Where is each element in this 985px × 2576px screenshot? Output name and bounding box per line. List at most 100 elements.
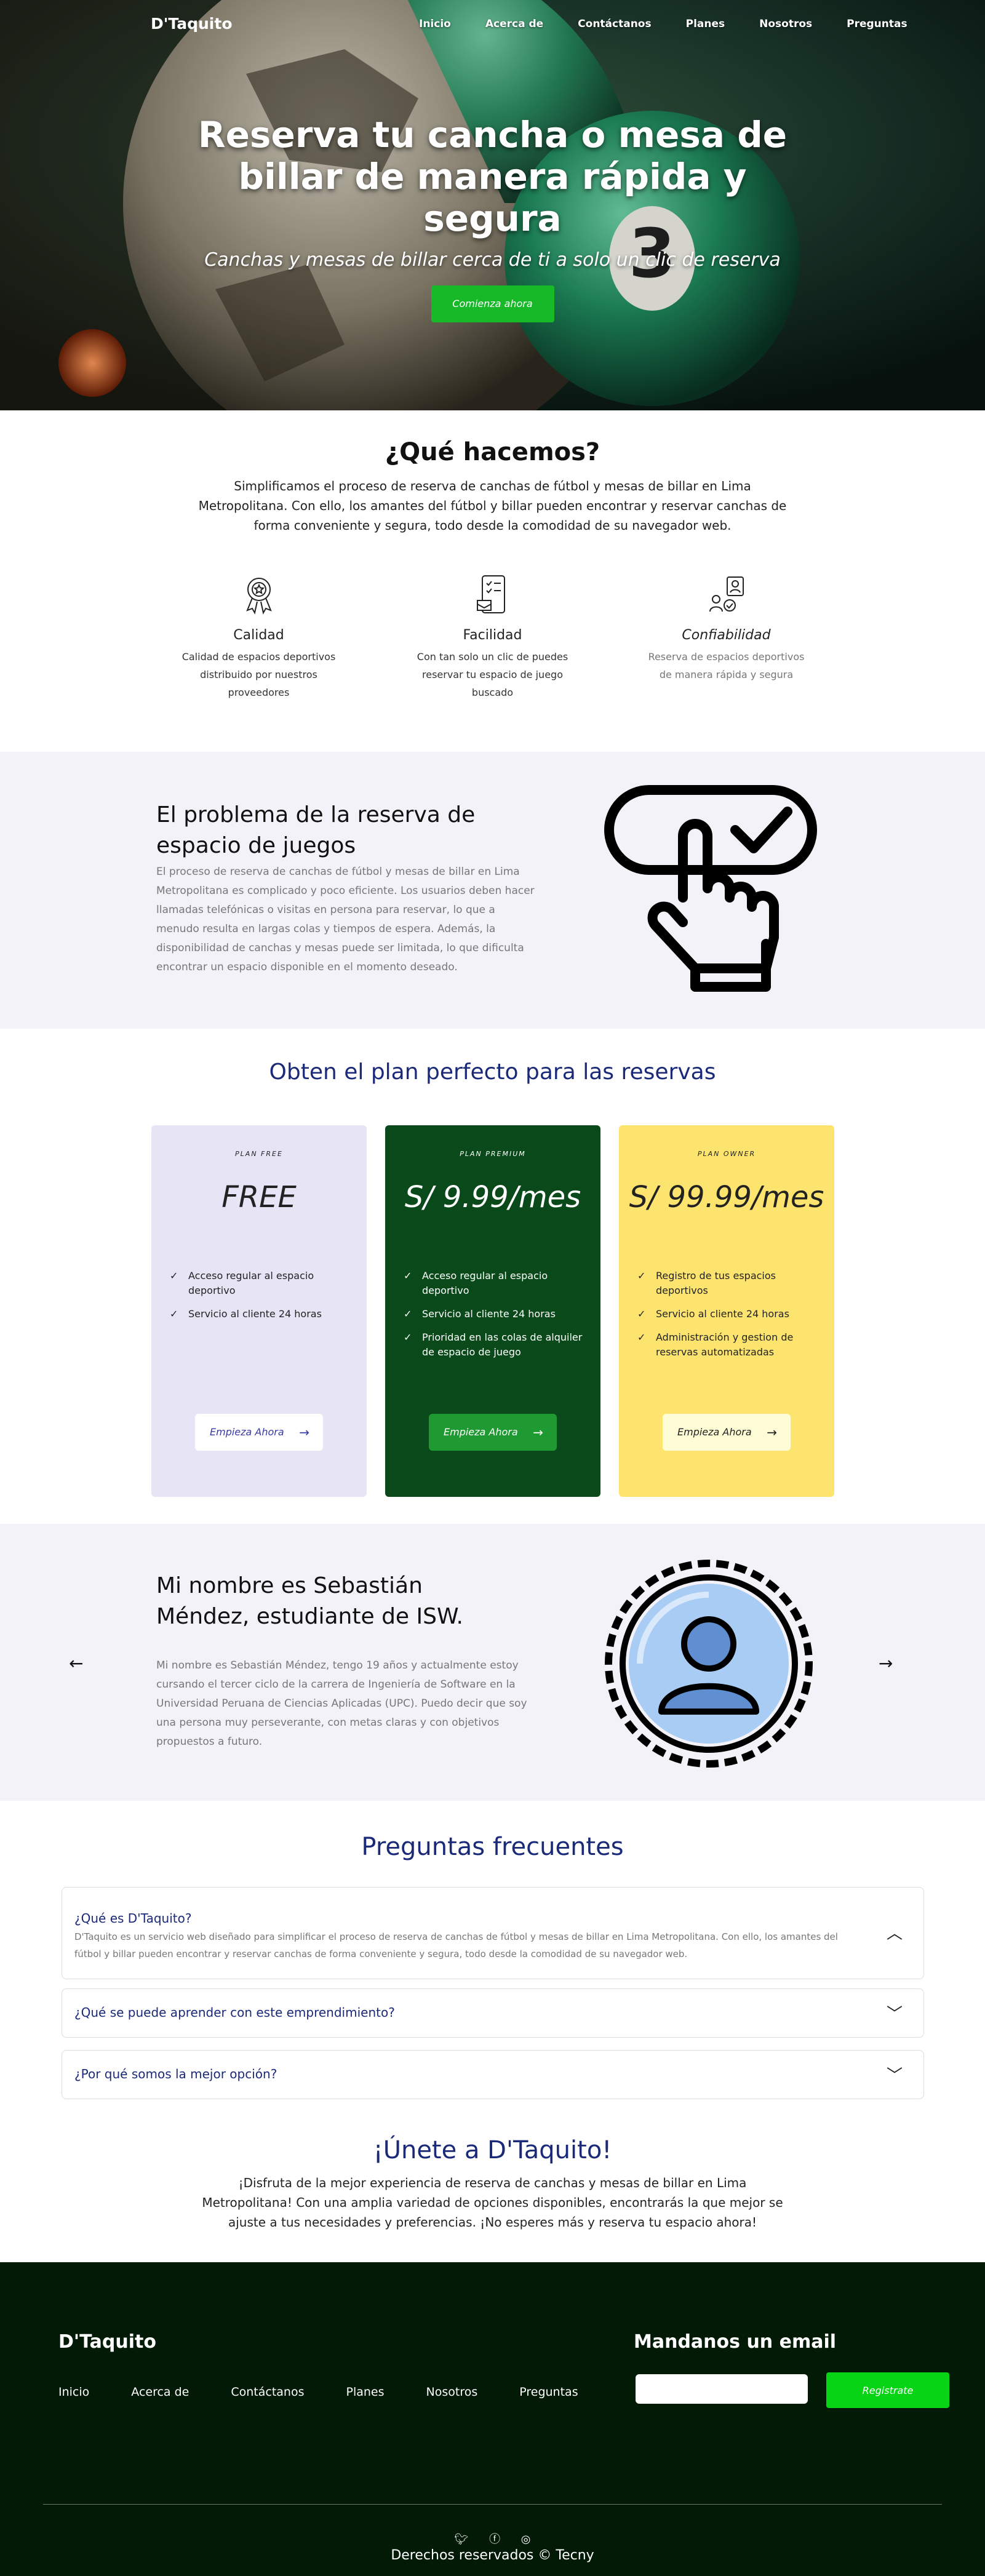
faq-question[interactable]: ¿Qué es D'Taquito?	[74, 1911, 191, 1926]
carousel-prev-arrow-icon[interactable]: ←	[69, 1653, 83, 1673]
faq-item[interactable]: ¿Qué se puede aprender con este emprendi…	[62, 1988, 924, 2038]
footer-links: Inicio Acerca de Contáctanos Planes Noso…	[58, 2385, 620, 2399]
plan-owner-label: PLAN OWNER	[697, 1150, 756, 1158]
nav-link-planes[interactable]: Planes	[686, 18, 725, 30]
check-icon: ✓	[170, 1308, 178, 1320]
hero-section: 3 D'Taquito Inicio Acerca de Contáctanos…	[0, 0, 985, 410]
problem-title: El problema de la reserva de espacio de …	[156, 802, 476, 858]
plan-premium-features: ✓ Acceso regular al espacio deportivo ✓ Se…	[404, 1269, 600, 1360]
faq-question[interactable]: ¿Por qué somos la mejor opción?	[74, 2067, 277, 2081]
plan-owner-features: ✓ Registro de tus espacios deportivos ✓ Se…	[637, 1269, 834, 1360]
plans-title: Obten el plan perfecto para las reservas	[269, 1059, 716, 1085]
check-icon: ✓	[404, 1308, 412, 1320]
check-icon: ✓	[637, 1270, 646, 1282]
nav-link-preguntas[interactable]: Preguntas	[847, 18, 907, 30]
social-links: 🐦︎ ⓕ ◎	[0, 2530, 985, 2546]
feature-facilidad-title: Facilidad	[463, 628, 522, 643]
plan-feature-item: ✓ Registro de tus espacios deportivos	[637, 1270, 776, 1296]
faq-item-expanded[interactable]: ¿Qué es D'Taquito? D'Taquito es un servi…	[62, 1887, 924, 1979]
footer-link-contactanos[interactable]: Contáctanos	[231, 2385, 304, 2399]
trusted-user-icon	[709, 576, 744, 612]
arrow-right-icon: →	[299, 1425, 309, 1440]
nav-link-contactanos[interactable]: Contáctanos	[578, 18, 651, 30]
plan-feature-item: ✓ Acceso regular al espacio deportivo	[404, 1270, 548, 1296]
facebook-icon[interactable]: ⓕ	[489, 2533, 500, 2546]
footer-link-inicio[interactable]: Inicio	[58, 2385, 89, 2399]
join-title: ¡Únete a D'Taquito!	[373, 2136, 612, 2164]
plan-card-free: PLAN FREE FREE ✓ Acceso regular al espaci…	[151, 1125, 367, 1497]
check-icon: ✓	[170, 1270, 178, 1282]
chevron-down-icon[interactable]: ﹀	[887, 2063, 903, 2086]
register-button[interactable]: Registrate	[826, 2372, 949, 2408]
checklist-phone-icon	[476, 575, 505, 613]
what-we-do-section: ¿Qué hacemos? Simplificamos el proceso d…	[0, 410, 985, 752]
arrow-right-icon: →	[533, 1425, 543, 1440]
nav-menu: Inicio Acerca de Contáctanos Planes Noso…	[419, 18, 942, 30]
feature-calidad-text: Calidad de espacios deportivos distribui…	[181, 651, 336, 698]
arrow-right-icon: →	[767, 1425, 777, 1440]
plan-feature-item: ✓ Servicio al cliente 24 horas	[404, 1307, 588, 1322]
faq-title: Preguntas frecuentes	[361, 1833, 624, 1861]
nav-link-acerca-de[interactable]: Acerca de	[485, 18, 543, 30]
hero-content: Reserva tu cancha o mesa de billar de ma…	[0, 114, 985, 322]
what-title: ¿Qué hacemos?	[385, 438, 600, 466]
feature-facilidad-text: Con tan solo un clic de puedes reservar …	[417, 651, 568, 698]
email-input[interactable]	[636, 2374, 808, 2404]
plan-free-price: FREE	[221, 1180, 297, 1214]
faq-item[interactable]: ¿Por qué somos la mejor opción? ﹀	[62, 2050, 924, 2099]
hero-title: Reserva tu cancha o mesa de billar de ma…	[197, 114, 788, 239]
footer-link-preguntas[interactable]: Preguntas	[519, 2385, 578, 2399]
award-medal-icon	[245, 578, 272, 615]
feature-confiabilidad: Confiabilidad Reserva de espacios deport…	[610, 573, 843, 701]
click-check-hand-icon	[604, 785, 817, 992]
plan-free-features: ✓ Acceso regular al espacio deportivo ✓ Se…	[170, 1269, 367, 1322]
plan-owner-price: S/ 99.99/mes	[629, 1180, 824, 1214]
instagram-icon[interactable]: ◎	[521, 2533, 531, 2546]
nav-link-inicio[interactable]: Inicio	[419, 18, 451, 30]
plan-feature-item: ✓ Administración y gestion de reservas au…	[637, 1331, 794, 1358]
plan-feature-item: ✓ Acceso regular al espacio deportivo	[170, 1270, 314, 1296]
profile-title: Mi nombre es Sebastián Méndez, estudiant…	[156, 1573, 463, 1629]
hero-cta-button[interactable]: Comienza ahora	[431, 285, 554, 322]
chevron-down-icon[interactable]: ﹀	[887, 2001, 903, 2024]
problem-section: El problema de la reserva de espacio de …	[0, 752, 985, 1029]
twitter-icon[interactable]: 🐦︎	[454, 2533, 468, 2546]
chevron-up-icon[interactable]: ︿	[887, 1921, 903, 1944]
footer-divider	[43, 2504, 942, 2505]
brand-logo[interactable]: D'Taquito	[151, 15, 233, 33]
what-text: Simplificamos el proceso de reserva de c…	[198, 479, 787, 533]
check-icon: ✓	[637, 1331, 646, 1343]
footer: D'Taquito Inicio Acerca de Contáctanos P…	[0, 2262, 985, 2576]
faq-question[interactable]: ¿Qué se puede aprender con este emprendi…	[74, 2005, 395, 2020]
footer-brand[interactable]: D'Taquito	[58, 2331, 156, 2353]
faq-answer: D'Taquito es un servicio web diseñado pa…	[74, 1931, 838, 1960]
plan-card-premium: PLAN PREMIUM S/ 9.99/mes ✓ Acceso regular…	[385, 1125, 600, 1497]
email-title: Mandanos un email	[634, 2331, 837, 2353]
carousel-next-arrow-icon[interactable]: →	[879, 1653, 893, 1673]
plans-section: Obten el plan perfecto para las reservas…	[0, 1029, 985, 1524]
hero-subtitle: Canchas y mesas de billar cerca de ti a …	[204, 249, 781, 271]
team-carousel-section: ← Mi nombre es Sebastián Méndez, estudia…	[0, 1524, 985, 1801]
nav-link-nosotros[interactable]: Nosotros	[759, 18, 812, 30]
plan-premium-label: PLAN PREMIUM	[460, 1150, 526, 1158]
plan-premium-button[interactable]: Empieza Ahora →	[429, 1414, 557, 1451]
plan-owner-button[interactable]: Empieza Ahora →	[663, 1414, 791, 1451]
plan-free-label: PLAN FREE	[235, 1150, 283, 1158]
feature-facilidad: Facilidad Con tan solo un clic de puedes…	[376, 573, 610, 701]
plan-feature-item: ✓ Servicio al cliente 24 horas	[637, 1307, 822, 1322]
plan-feature-item: ✓ Servicio al cliente 24 horas	[170, 1307, 354, 1322]
plan-feature-item: ✓ Prioridad en las colas de alquiler de e…	[404, 1331, 583, 1358]
footer-link-nosotros[interactable]: Nosotros	[426, 2385, 478, 2399]
footer-link-planes[interactable]: Planes	[346, 2385, 385, 2399]
user-avatar-icon	[605, 1560, 813, 1768]
feature-confiabilidad-text: Reserva de espacios deportivos de manera…	[648, 651, 805, 680]
check-icon: ✓	[404, 1331, 412, 1343]
join-section: ¡Únete a D'Taquito! ¡Disfruta de la mejo…	[0, 2087, 985, 2262]
faq-section: Preguntas frecuentes ¿Qué es D'Taquito? …	[0, 1801, 985, 2099]
features-row: Calidad Calidad de espacios deportivos d…	[0, 573, 985, 701]
footer-link-acerca-de[interactable]: Acerca de	[131, 2385, 189, 2399]
top-navbar: D'Taquito Inicio Acerca de Contáctanos P…	[0, 0, 985, 49]
profile-text: Mi nombre es Sebastián Méndez, tengo 19 …	[156, 1659, 527, 1748]
plan-free-button[interactable]: Empieza Ahora →	[195, 1414, 323, 1451]
join-text: ¡Disfruta de la mejor experiencia de res…	[202, 2175, 783, 2230]
